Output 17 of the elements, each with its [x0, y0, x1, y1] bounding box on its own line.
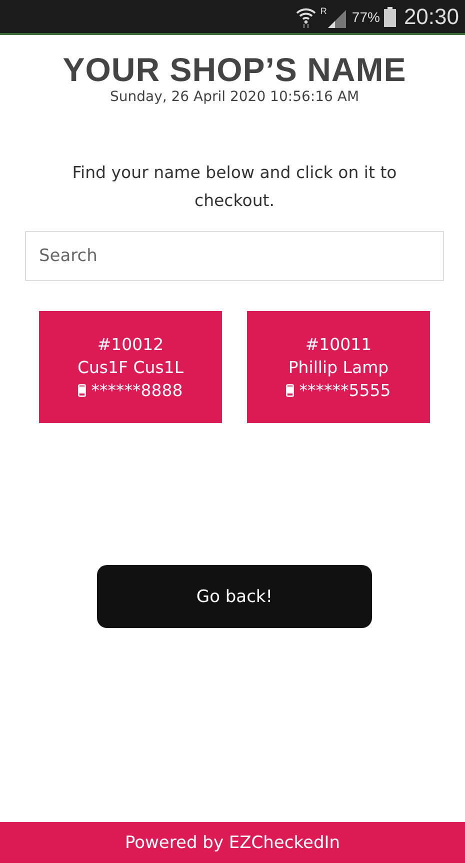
customer-number: #10012	[97, 334, 164, 354]
go-back-button[interactable]: Go back!	[97, 565, 372, 628]
customer-phone: ******8888	[91, 380, 183, 400]
customer-name: Phillip Lamp	[288, 358, 389, 376]
powered-by-text: Powered by EZCheckedIn	[124, 832, 340, 852]
roaming-indicator: R	[320, 6, 327, 16]
customer-card[interactable]: #10012 Cus1F Cus1L ******8888	[39, 311, 222, 423]
customer-phone: ******5555	[299, 380, 391, 400]
battery-level: 77%	[352, 8, 380, 24]
clock-time: 20:30	[404, 4, 459, 30]
customer-name: Cus1F Cus1L	[77, 358, 184, 376]
customer-number: #10011	[305, 334, 372, 354]
date-time: Sunday, 26 April 2020 10:56:16 AM	[110, 89, 360, 105]
shop-name: YOUR SHOP’S NAME	[62, 51, 406, 89]
instruction-text: Find your name below and click on it to checkout.	[71, 162, 398, 212]
customer-card[interactable]: #10011 Phillip Lamp ******5555	[247, 311, 430, 423]
search-field[interactable]: Search	[25, 231, 444, 281]
